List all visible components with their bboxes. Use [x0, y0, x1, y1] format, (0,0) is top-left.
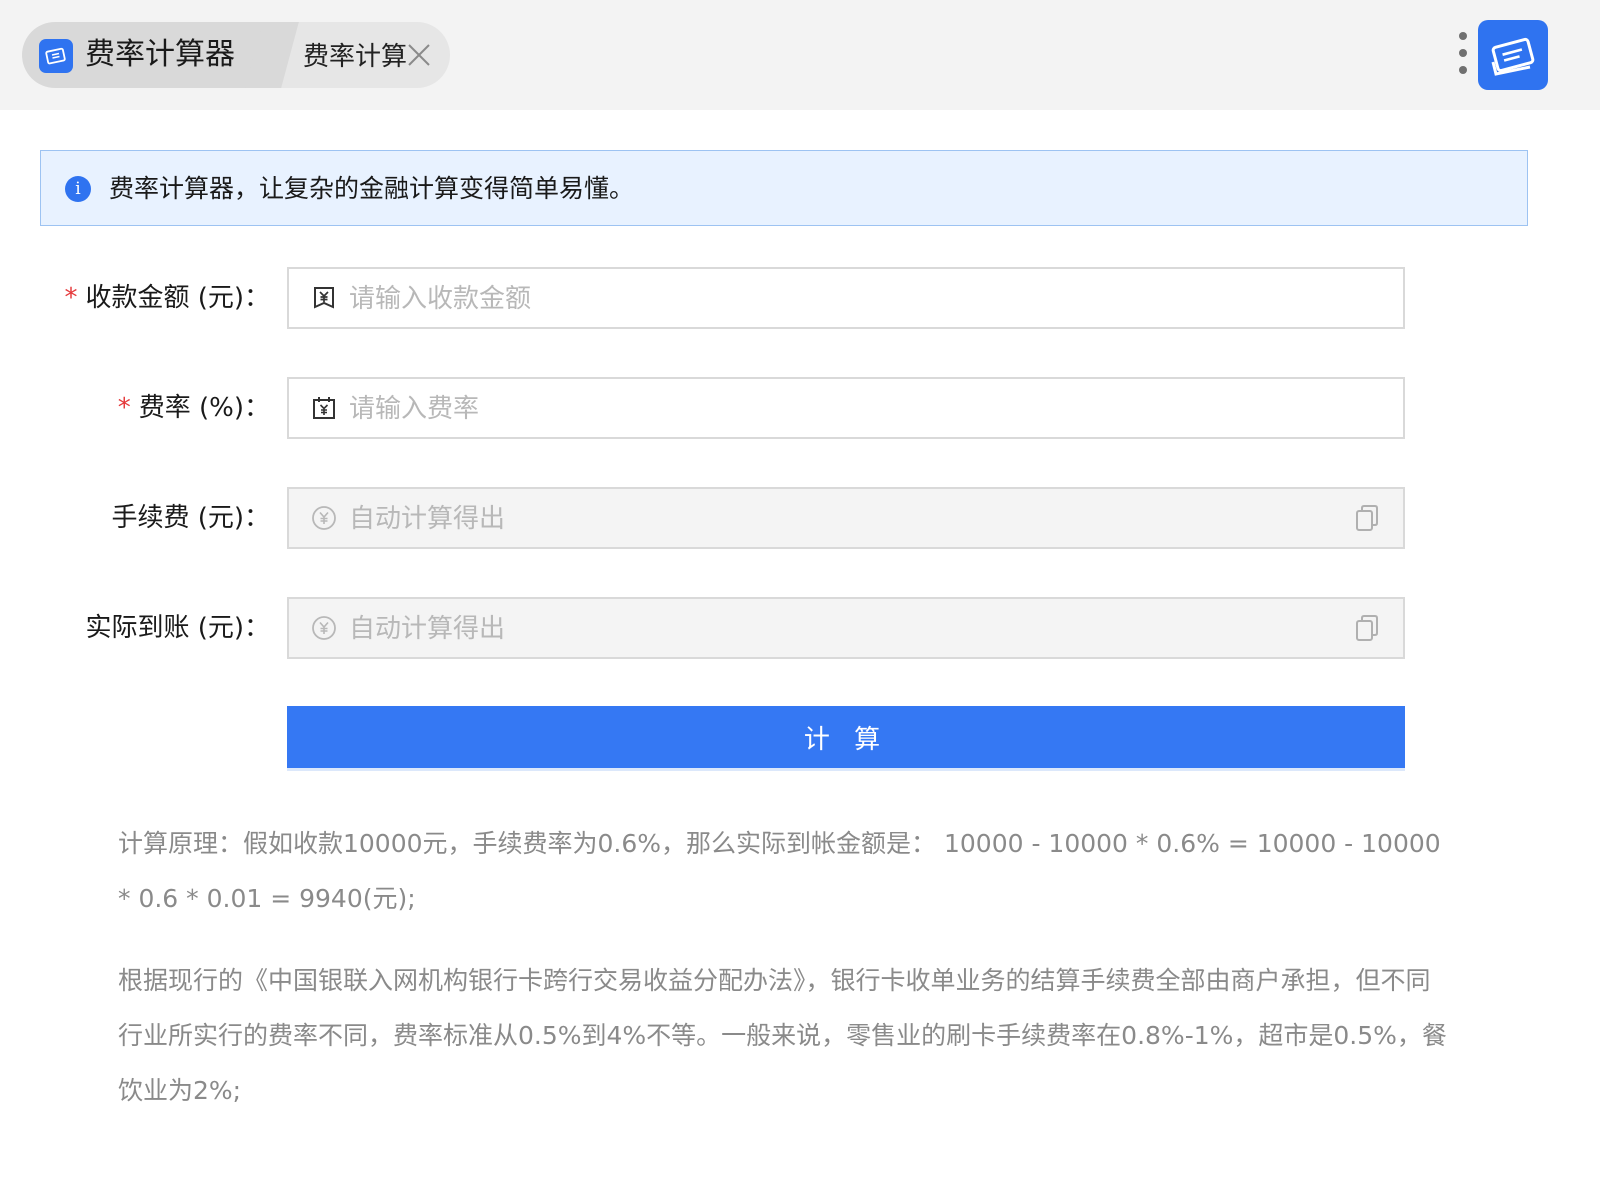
yuan-calendar-icon	[311, 395, 337, 421]
info-text: 费率计算器，让复杂的金融计算变得简单易懂。	[109, 174, 635, 203]
yuan-circle-icon	[311, 615, 337, 641]
tab-group: 费率计算器 费率计算	[22, 22, 450, 88]
copy-icon[interactable]	[1355, 614, 1379, 642]
actual-output	[347, 599, 1331, 659]
close-icon[interactable]	[407, 43, 431, 67]
actual-label: 实际到账 (元)：	[85, 613, 270, 643]
title-bar: 费率计算器 费率计算	[0, 0, 1600, 110]
required-mark: *	[117, 393, 131, 423]
info-alert: i 费率计算器，让复杂的金融计算变得简单易懂。	[40, 150, 1528, 226]
regulation-text: 根据现行的《中国银联入网机构银行卡跨行交易收益分配办法》，银行卡收单业务的结算手…	[118, 966, 1447, 1105]
info-icon: i	[65, 176, 91, 202]
amount-label: * 收款金额 (元)：	[64, 283, 270, 313]
amount-input[interactable]	[347, 269, 1331, 329]
rate-label: * 费率 (%)：	[117, 393, 270, 423]
rate-row: * 费率 (%)：	[0, 377, 1600, 439]
ticket-icon	[39, 39, 73, 73]
actual-field	[287, 597, 1405, 659]
yuan-doc-icon	[311, 285, 337, 311]
fee-output	[347, 489, 1331, 549]
tab-app-title[interactable]: 费率计算器	[85, 36, 235, 74]
actual-row: 实际到账 (元)：	[0, 597, 1600, 659]
app-logo-icon[interactable]	[1478, 20, 1548, 90]
tab-rate-calc[interactable]: 费率计算	[303, 40, 407, 74]
calc-principle-text: 计算原理：假如收款10000元，手续费率为0.6%，那么实际到帐金额是： 100…	[118, 829, 1441, 913]
more-vertical-icon[interactable]	[1453, 32, 1473, 78]
fee-label: 手续费 (元)：	[111, 503, 270, 533]
copy-icon[interactable]	[1355, 504, 1379, 532]
amount-field[interactable]	[287, 267, 1405, 329]
fee-row: 手续费 (元)：	[0, 487, 1600, 549]
rate-field[interactable]	[287, 377, 1405, 439]
required-mark: *	[64, 283, 78, 313]
amount-row: * 收款金额 (元)：	[0, 267, 1600, 329]
calculate-button[interactable]: 计 算	[287, 706, 1405, 768]
rate-input[interactable]	[347, 379, 1331, 439]
yuan-circle-icon	[311, 505, 337, 531]
fee-field	[287, 487, 1405, 549]
